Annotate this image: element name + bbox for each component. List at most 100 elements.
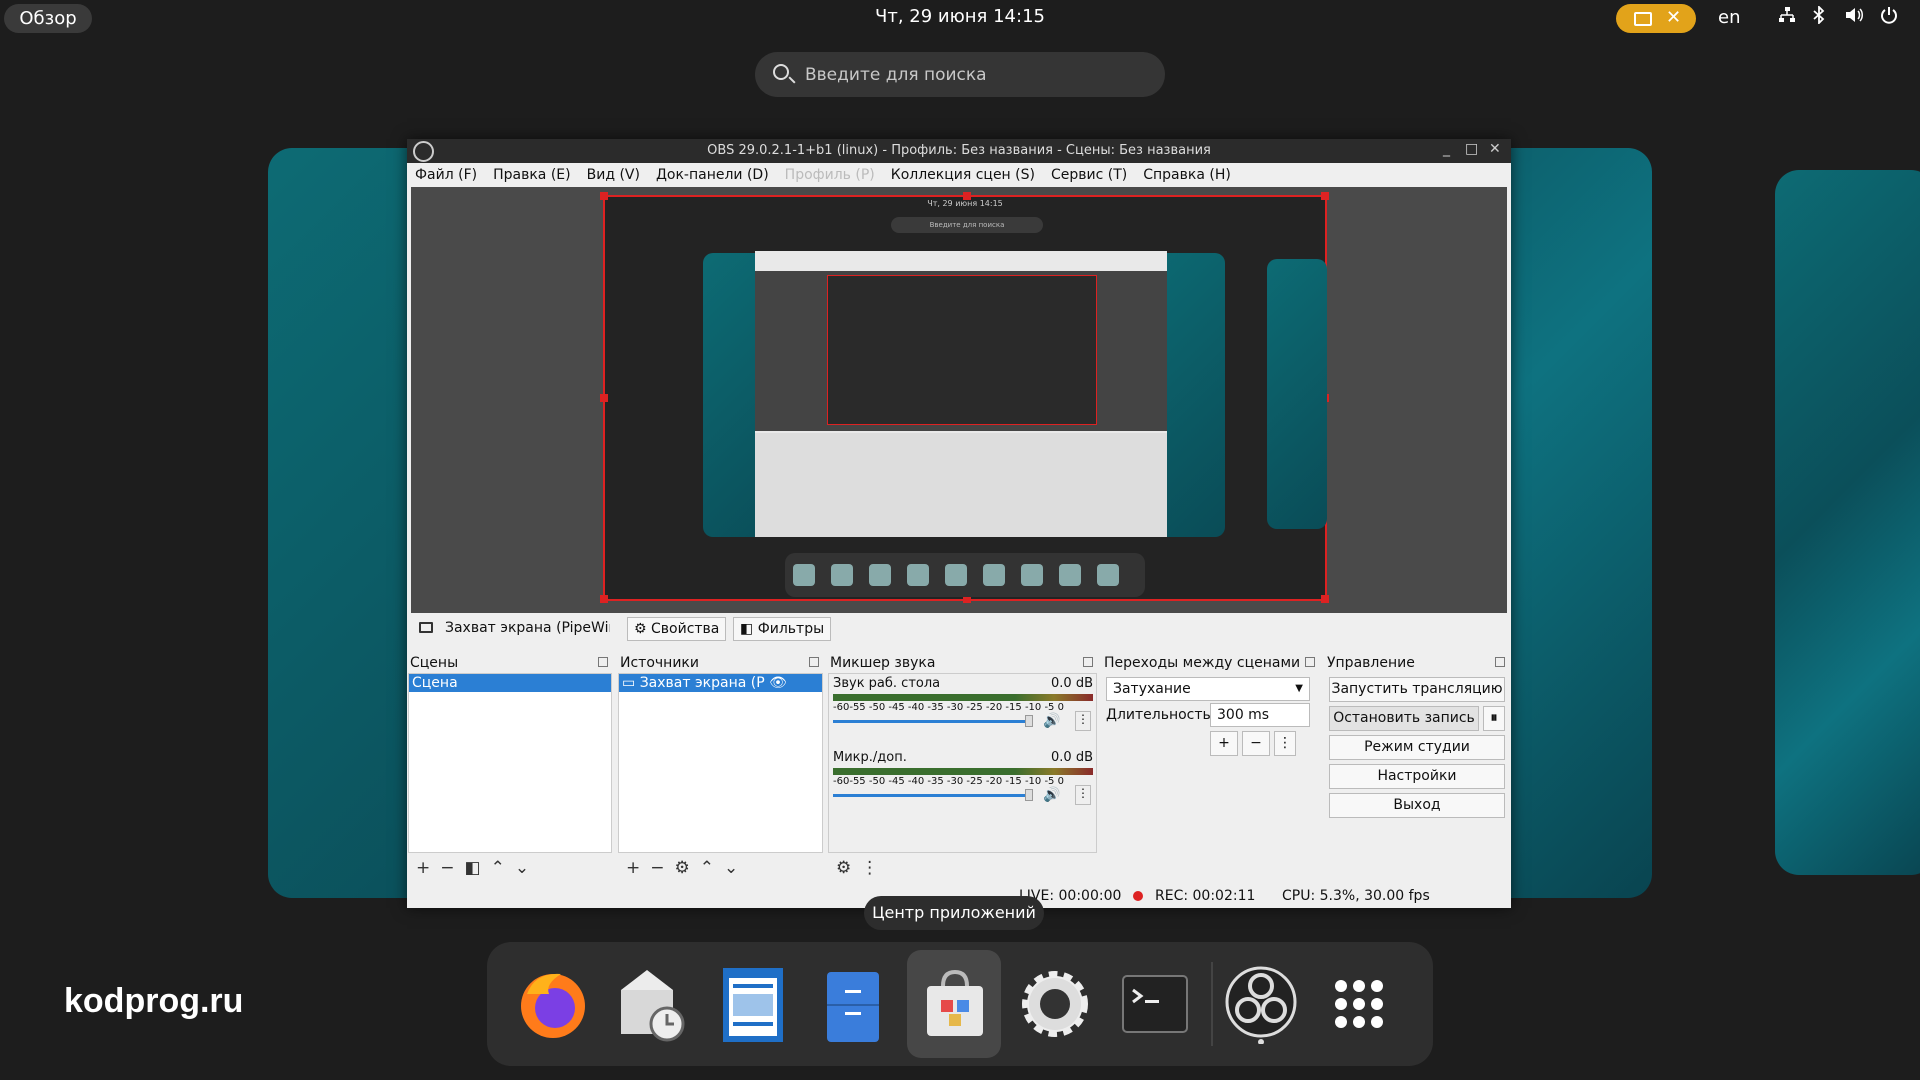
exit-button[interactable]: Выход — [1329, 793, 1505, 818]
captured-screen-source[interactable]: Чт, 29 июня 14:15 Введите для поиска — [600, 192, 1329, 603]
menu-tools[interactable]: Сервис (T) — [1051, 163, 1127, 187]
studio-mode-button[interactable]: Режим студии — [1329, 735, 1505, 760]
volume-meter — [833, 694, 1093, 701]
scene-item[interactable]: Сцена — [409, 674, 611, 692]
volume-icon[interactable] — [1844, 6, 1864, 29]
nested-search: Введите для поиска — [891, 217, 1043, 233]
remove-transition-button[interactable]: − — [1242, 731, 1270, 756]
obs-window[interactable]: OBS 29.0.2.1-1+b1 (linux) - Профиль: Без… — [407, 139, 1511, 908]
meter-scale: -60-55 -50 -45 -40 -35 -30 -25 -20 -15 -… — [833, 776, 1064, 787]
transitions-title: Переходы между сценами — [1104, 655, 1301, 671]
app-tooltip: Центр приложений — [864, 896, 1044, 930]
nested-preview — [755, 271, 1167, 431]
close-icon[interactable]: ✕ — [1489, 141, 1501, 157]
undock-icon[interactable] — [1083, 657, 1093, 667]
move-down-icon[interactable]: ⌄ — [724, 858, 738, 878]
stop-recording-button[interactable]: Остановить запись — [1329, 706, 1479, 731]
resize-handle[interactable] — [1321, 595, 1329, 603]
selected-source-name: Захват экрана (PipeWir — [445, 620, 610, 636]
stop-recording-icon[interactable]: ✕ — [1666, 7, 1681, 28]
monitor-icon — [419, 622, 433, 633]
workspace-thumbnail-next[interactable] — [1775, 170, 1920, 875]
sources-list[interactable]: ▭ Захват экрана (P 👁 — [618, 673, 823, 853]
clock[interactable]: Чт, 29 июня 14:15 — [860, 6, 1060, 27]
evolution-icon[interactable] — [615, 964, 691, 1044]
software-center-icon[interactable] — [917, 964, 993, 1044]
filters-button[interactable]: ◧ Фильтры — [733, 617, 832, 641]
speaker-icon[interactable]: 🔊 — [1043, 787, 1060, 803]
app-grid-icon[interactable] — [1321, 964, 1397, 1044]
remove-icon[interactable]: − — [440, 858, 454, 878]
controls-dock: Управление Запустить трансляцию Останови… — [1325, 653, 1509, 883]
advanced-audio-icon[interactable]: ⚙ — [836, 858, 851, 878]
obs-titlebar[interactable]: OBS 29.0.2.1-1+b1 (linux) - Профиль: Без… — [407, 139, 1511, 163]
menu-scene-collection[interactable]: Коллекция сцен (S) — [891, 163, 1035, 187]
nested-capture — [827, 275, 1097, 425]
mixer-body: Звук раб. стола 0.0 dB -60-55 -50 -45 -4… — [828, 673, 1097, 853]
settings-icon[interactable] — [1017, 964, 1093, 1044]
menu-file[interactable]: Файл (F) — [415, 163, 477, 187]
scenes-dock: Сцены Сцена + − ◧ ⌃ ⌄ — [408, 653, 612, 883]
network-icon[interactable] — [1778, 6, 1796, 29]
remove-icon[interactable]: − — [650, 858, 664, 878]
terminal-icon[interactable] — [1117, 964, 1193, 1044]
properties-button[interactable]: ⚙ Свойства — [627, 617, 727, 641]
files-icon[interactable] — [815, 964, 891, 1044]
keyboard-layout[interactable]: en — [1718, 7, 1740, 28]
transitions-dock: Переходы между сценами Затухание ▼ Длител… — [1102, 653, 1319, 883]
scenes-list[interactable]: Сцена — [408, 673, 612, 853]
duration-spinbox[interactable]: 300 ms — [1210, 703, 1310, 727]
search-input[interactable] — [805, 52, 1145, 97]
duration-value: 300 ms — [1217, 707, 1270, 723]
maximize-icon[interactable]: □ — [1465, 141, 1478, 157]
source-properties-icon[interactable]: ⚙ — [675, 858, 690, 878]
add-icon[interactable]: + — [626, 858, 640, 878]
move-up-icon[interactable]: ⌃ — [491, 858, 505, 878]
sources-title: Источники — [620, 655, 699, 671]
mixer-menu-icon[interactable]: ⋮ — [861, 858, 878, 878]
settings-button[interactable]: Настройки — [1329, 764, 1505, 789]
undock-icon[interactable] — [1495, 657, 1505, 667]
power-icon[interactable] — [1880, 6, 1898, 29]
volume-slider[interactable] — [833, 794, 1029, 797]
bluetooth-icon[interactable] — [1812, 4, 1826, 29]
screencast-icon — [1634, 12, 1652, 26]
transition-select[interactable]: Затухание ▼ — [1106, 677, 1310, 701]
transition-menu-button[interactable]: ⋮ — [1274, 731, 1296, 756]
audio-mixer-dock: Микшер звука Звук раб. стола 0.0 dB -60-… — [828, 653, 1097, 883]
activities-button[interactable]: Обзор — [4, 4, 92, 33]
minimize-icon[interactable]: _ — [1443, 141, 1450, 157]
menu-help[interactable]: Справка (H) — [1143, 163, 1231, 187]
obs-icon[interactable] — [1223, 964, 1299, 1045]
channel-name: Звук раб. стола — [833, 676, 941, 691]
more-options-icon[interactable]: ⋮ — [1075, 711, 1091, 731]
scene-filters-icon[interactable]: ◧ — [465, 858, 481, 878]
speaker-icon[interactable]: 🔊 — [1043, 713, 1060, 729]
add-icon[interactable]: + — [416, 858, 430, 878]
start-streaming-button[interactable]: Запустить трансляцию — [1329, 677, 1505, 702]
menu-edit[interactable]: Правка (E) — [493, 163, 571, 187]
pause-recording-button[interactable]: ⏸ — [1483, 706, 1505, 731]
volume-slider-handle[interactable] — [1025, 715, 1033, 727]
undock-icon[interactable] — [1305, 657, 1315, 667]
undock-icon[interactable] — [598, 657, 608, 667]
menu-docks[interactable]: Док-панели (D) — [656, 163, 769, 187]
visibility-eye-icon[interactable]: 👁 — [769, 675, 787, 691]
nested-obs-window — [755, 251, 1167, 537]
move-up-icon[interactable]: ⌃ — [700, 858, 714, 878]
move-down-icon[interactable]: ⌄ — [515, 858, 529, 878]
more-options-icon[interactable]: ⋮ — [1075, 785, 1091, 805]
obs-preview[interactable]: Чт, 29 июня 14:15 Введите для поиска — [411, 187, 1507, 613]
add-transition-button[interactable]: + — [1210, 731, 1238, 756]
resize-handle[interactable] — [600, 394, 608, 402]
menu-view[interactable]: Вид (V) — [587, 163, 640, 187]
search-box[interactable] — [755, 52, 1165, 97]
volume-slider[interactable] — [833, 720, 1029, 723]
screen-recording-indicator[interactable]: ✕ — [1616, 4, 1696, 33]
undock-icon[interactable] — [809, 657, 819, 667]
source-item[interactable]: ▭ Захват экрана (P 👁 — [619, 674, 822, 692]
writer-icon[interactable] — [715, 964, 791, 1044]
volume-slider-handle[interactable] — [1025, 789, 1033, 801]
firefox-icon[interactable] — [515, 964, 591, 1044]
resize-handle[interactable] — [600, 595, 608, 603]
